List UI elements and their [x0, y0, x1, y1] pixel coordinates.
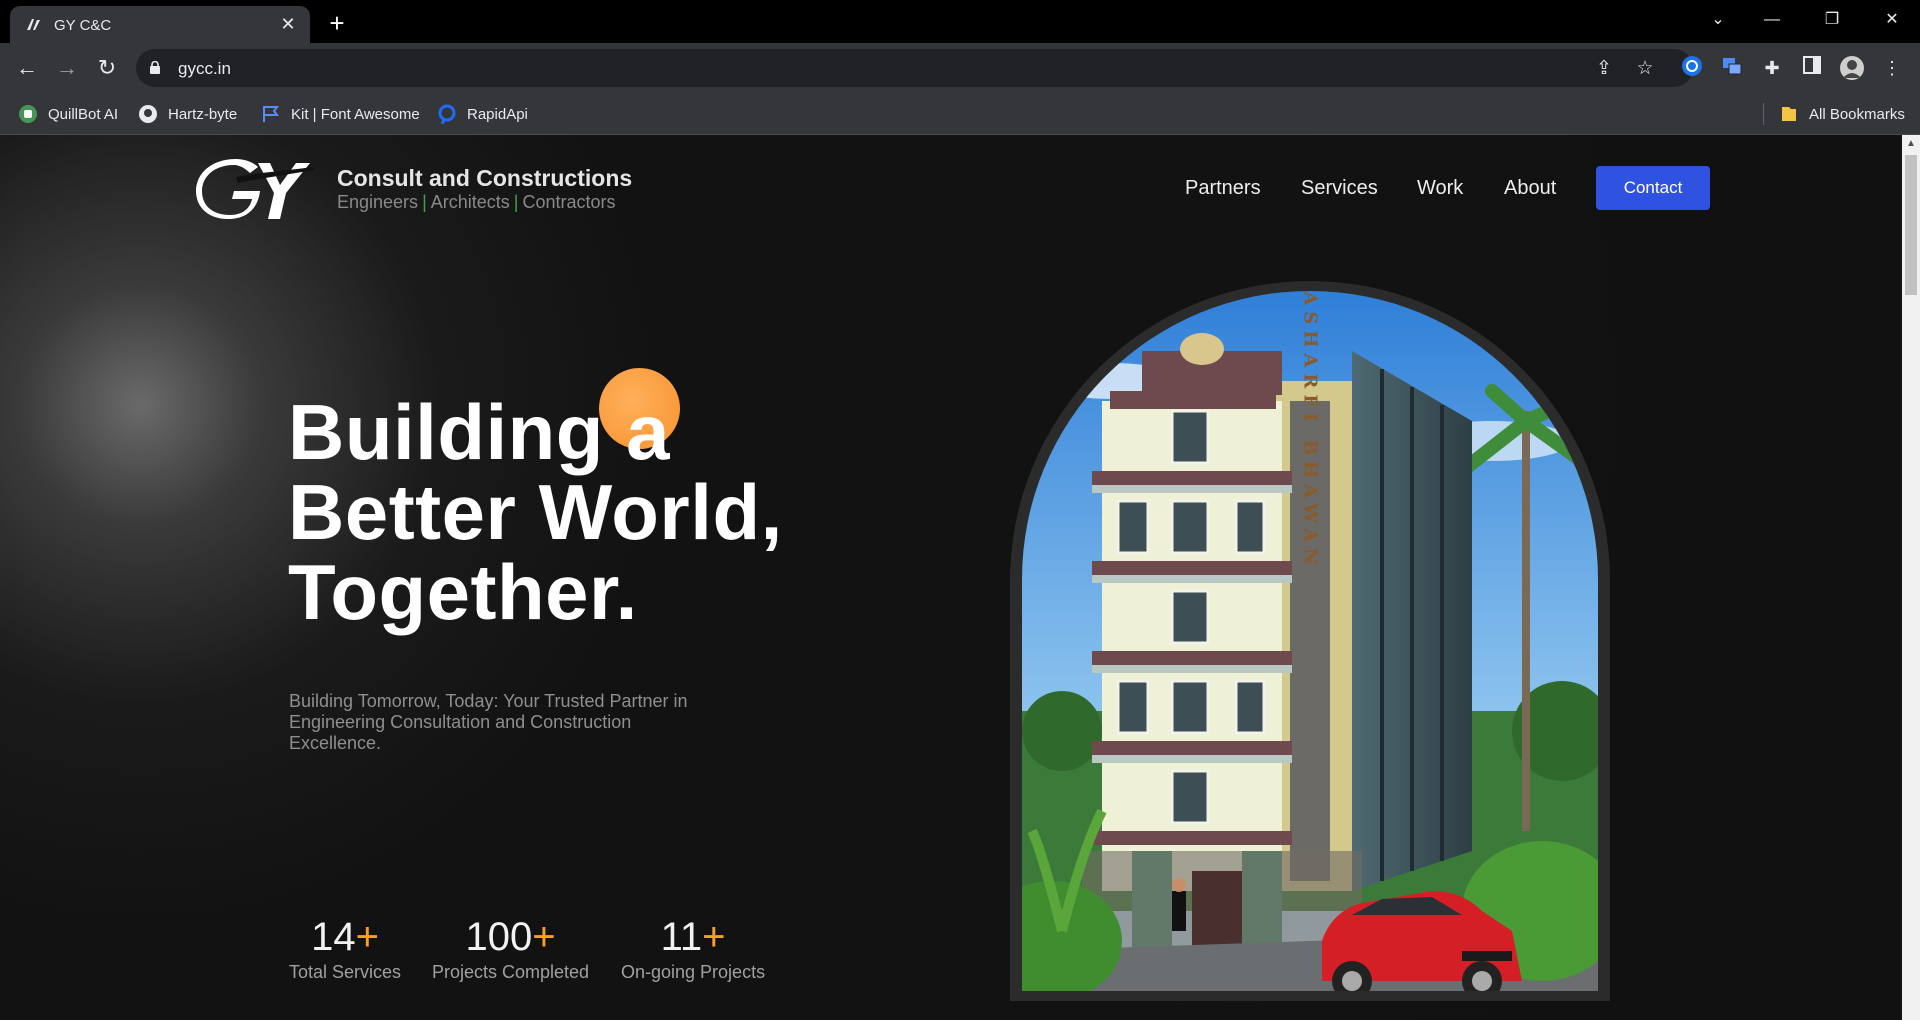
lock-icon	[150, 61, 160, 74]
nav-link-work[interactable]: Work	[1417, 177, 1463, 200]
nav-link-services[interactable]: Services	[1301, 177, 1378, 200]
all-bookmarks-label: All Bookmarks	[1809, 105, 1905, 123]
github-icon	[139, 105, 157, 123]
stat-label: Projects Completed	[432, 962, 590, 982]
page-scrollbar[interactable]: ▲	[1902, 135, 1920, 1020]
building-sign: ASHARFI BHAWAN	[1300, 291, 1321, 571]
stat-label: On-going Projects	[621, 962, 766, 982]
browser-tab[interactable]: GY C&C ✕	[10, 6, 310, 43]
brand-subtitle: Engineers | Architects | Contractors	[337, 192, 616, 213]
browser-chrome: GY C&C ✕ + ⌄ — ❐ ✕ ← → ↻ gycc.in ⇪ ☆ ✚ ⋮…	[0, 0, 1920, 135]
bookmarks-divider	[1763, 103, 1764, 125]
stat-value: 100+	[465, 915, 556, 959]
hero-line-2: Better World,	[288, 468, 783, 556]
extensions-puzzle-icon[interactable]: ✚	[1759, 55, 1785, 81]
bookmark-hartz-byte[interactable]: Hartz-byte	[138, 103, 237, 125]
profile-avatar[interactable]	[1839, 55, 1865, 81]
brand-title: Consult and Constructions	[337, 165, 633, 191]
stat-value: 14+	[311, 915, 379, 959]
stat-projects-completed: 100+ Projects Completed	[432, 915, 589, 983]
bookmarks-bar: QuillBot AI Hartz-byte Kit | Font Awesom…	[0, 93, 1920, 135]
hero-tagline: Building Tomorrow, Today: Your Trusted P…	[289, 691, 688, 753]
restore-button[interactable]: ❐	[1806, 0, 1858, 40]
scroll-thumb[interactable]	[1905, 155, 1917, 295]
address-bar[interactable]: gycc.in ⇪ ☆	[136, 49, 1693, 87]
back-arrow-icon[interactable]: ←	[12, 53, 42, 83]
share-icon[interactable]: ⇪	[1592, 57, 1616, 81]
brand-sub-engineers: Engineers	[337, 192, 419, 212]
scroll-up-arrow-icon[interactable]: ▲	[1902, 135, 1920, 153]
forward-arrow-icon[interactable]: →	[52, 53, 82, 83]
all-bookmarks-folder[interactable]: All Bookmarks	[1779, 103, 1905, 125]
gy-favicon-icon	[27, 19, 40, 30]
bookmark-font-awesome[interactable]: Kit | Font Awesome	[261, 103, 420, 125]
url-text[interactable]: gycc.in	[178, 59, 231, 79]
contact-button[interactable]: Contact	[1596, 166, 1710, 210]
bookmark-label: Kit | Font Awesome	[291, 105, 420, 123]
folder-icon	[1782, 107, 1796, 121]
tab-close-icon[interactable]: ✕	[276, 12, 300, 36]
close-window-button[interactable]: ✕	[1866, 0, 1918, 40]
bookmark-label: QuillBot AI	[48, 105, 119, 123]
stat-ongoing-projects: 11+ On-going Projects	[621, 915, 765, 983]
browser-toolbar: ← → ↻ gycc.in ⇪ ☆ ✚ ⋮	[0, 43, 1920, 93]
flag-icon	[263, 106, 279, 122]
hero-line-3: Together.	[288, 548, 638, 636]
hero-building-image: ASHARFI BHAWAN	[1022, 291, 1598, 991]
bookmark-label: Hartz-byte	[168, 105, 238, 123]
brand-separator: |	[422, 192, 427, 212]
stat-value: 11+	[660, 915, 726, 959]
bookmark-quillbot[interactable]: QuillBot AI	[18, 103, 118, 125]
stat-label: Total Services	[289, 962, 402, 982]
new-tab-button[interactable]: +	[322, 8, 352, 38]
brand-sub-contractors: Contractors	[522, 192, 616, 212]
tab-title: GY C&C	[54, 17, 112, 34]
reload-icon[interactable]: ↻	[92, 53, 122, 83]
stat-total-services: 14+ Total Services	[289, 915, 401, 983]
extension-blue-icon[interactable]	[1679, 55, 1705, 81]
gy-logo[interactable]	[196, 157, 316, 221]
quillbot-icon	[19, 105, 37, 123]
nav-link-about[interactable]: About	[1504, 177, 1556, 200]
hero-line-1: Building a	[288, 388, 670, 476]
chrome-menu-icon[interactable]: ⋮	[1879, 55, 1905, 81]
bookmark-label: RapidApi	[467, 105, 528, 123]
side-panel-icon[interactable]	[1799, 55, 1825, 81]
webpage: Consult and Constructions Engineers | Arch…	[0, 135, 1902, 1020]
extension-windows-icon[interactable]	[1719, 55, 1745, 81]
brand-separator: |	[513, 192, 519, 212]
minimize-button[interactable]: —	[1746, 0, 1798, 40]
rapidapi-icon	[438, 104, 456, 124]
nav-link-partners[interactable]: Partners	[1185, 177, 1261, 200]
tab-search-chevron-icon[interactable]: ⌄	[1692, 0, 1744, 40]
tab-strip: GY C&C ✕ + ⌄ — ❐ ✕	[0, 0, 1920, 43]
brand-sub-architects: Architects	[430, 192, 510, 212]
star-bookmark-icon[interactable]: ☆	[1633, 57, 1657, 81]
bookmark-rapidapi[interactable]: RapidApi	[437, 103, 528, 125]
